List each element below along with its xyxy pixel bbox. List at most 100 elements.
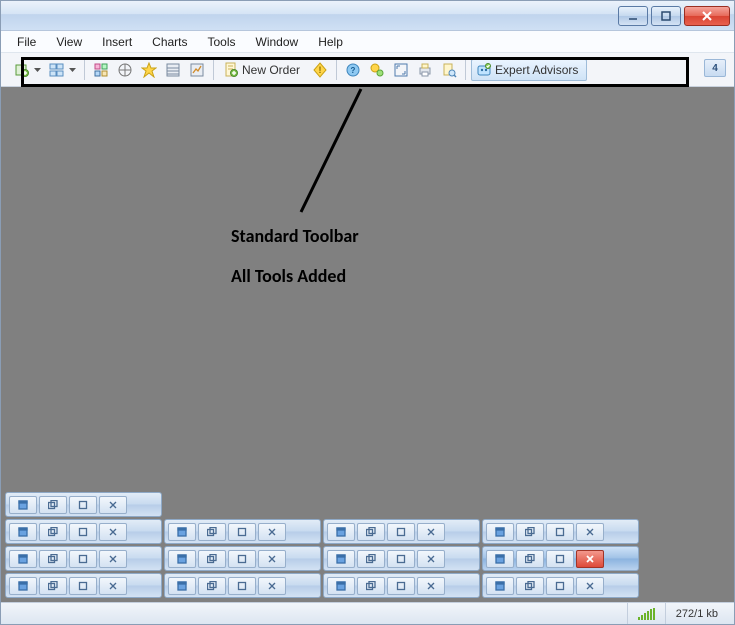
mdi-restore-icon[interactable] (486, 523, 514, 541)
mdi-restore-icon[interactable] (9, 550, 37, 568)
mdi-window-group[interactable] (5, 492, 162, 517)
menu-tools[interactable]: Tools (198, 33, 246, 51)
mdi-cascade-button[interactable] (39, 523, 67, 541)
mdi-close-button[interactable] (258, 523, 286, 541)
metaeditor-button[interactable]: ! (309, 59, 331, 81)
mdi-window-group[interactable] (164, 573, 321, 598)
mdi-window-group[interactable] (482, 546, 639, 571)
data-window-button[interactable] (138, 59, 160, 81)
mdi-cascade-button[interactable] (357, 550, 385, 568)
mdi-window-group[interactable] (482, 519, 639, 544)
profiles-button[interactable] (46, 59, 79, 81)
menu-window[interactable]: Window (246, 33, 309, 51)
new-chart-button[interactable] (11, 59, 44, 81)
navigator-button[interactable] (114, 59, 136, 81)
mdi-window-group[interactable] (164, 519, 321, 544)
mdi-cascade-button[interactable] (516, 550, 544, 568)
mdi-close-button[interactable] (417, 550, 445, 568)
new-order-button[interactable]: New Order (219, 59, 307, 81)
mdi-maximize-button[interactable] (69, 523, 97, 541)
mdi-maximize-button[interactable] (387, 577, 415, 595)
options-button[interactable] (366, 59, 388, 81)
mdi-close-button[interactable] (99, 577, 127, 595)
mdi-restore-icon[interactable] (168, 577, 196, 595)
mdi-maximize-button[interactable] (387, 523, 415, 541)
mdi-close-button[interactable] (258, 550, 286, 568)
mdi-restore-icon[interactable] (168, 550, 196, 568)
mdi-close-button[interactable] (417, 577, 445, 595)
mdi-window-group[interactable] (323, 546, 480, 571)
mdi-cascade-button[interactable] (516, 523, 544, 541)
svg-text:!: ! (319, 65, 322, 75)
mdi-window-group[interactable] (164, 546, 321, 571)
annotation-line1: Standard Toolbar (231, 217, 359, 257)
mdi-maximize-button[interactable] (228, 577, 256, 595)
mdi-maximize-button[interactable] (546, 550, 574, 568)
autotrading-button[interactable]: ? (342, 59, 364, 81)
mdi-close-button[interactable] (576, 550, 604, 568)
mdi-window-group[interactable] (323, 573, 480, 598)
mdi-window-group[interactable] (5, 519, 162, 544)
terminal-button[interactable] (162, 59, 184, 81)
mdi-close-button[interactable] (258, 577, 286, 595)
mdi-cascade-button[interactable] (357, 577, 385, 595)
market-watch-button[interactable] (90, 59, 112, 81)
mdi-close-button[interactable] (99, 496, 127, 514)
connection-status[interactable] (627, 603, 665, 624)
menu-view[interactable]: View (46, 33, 92, 51)
mdi-restore-icon[interactable] (9, 577, 37, 595)
mdi-close-button[interactable] (417, 523, 445, 541)
mdi-restore-icon[interactable] (486, 577, 514, 595)
mdi-close-button[interactable] (576, 577, 604, 595)
mdi-cascade-button[interactable] (357, 523, 385, 541)
mdi-cascade-button[interactable] (39, 496, 67, 514)
menu-insert[interactable]: Insert (92, 33, 142, 51)
new-order-label: New Order (242, 63, 300, 77)
mdi-cascade-button[interactable] (39, 550, 67, 568)
mdi-restore-icon[interactable] (327, 523, 355, 541)
mdi-window-group[interactable] (482, 573, 639, 598)
menu-help[interactable]: Help (308, 33, 353, 51)
full-screen-button[interactable] (390, 59, 412, 81)
mdi-close-button[interactable] (99, 523, 127, 541)
minimize-button[interactable] (618, 6, 648, 26)
chevron-down-icon (69, 63, 76, 77)
toolbar-separator (213, 60, 214, 80)
mdi-restore-icon[interactable] (327, 577, 355, 595)
menu-charts[interactable]: Charts (142, 33, 197, 51)
mdi-maximize-button[interactable] (69, 550, 97, 568)
mdi-maximize-button[interactable] (546, 577, 574, 595)
mdi-maximize-button[interactable] (228, 523, 256, 541)
maximize-button[interactable] (651, 6, 681, 26)
mdi-restore-icon[interactable] (486, 550, 514, 568)
mdi-cascade-button[interactable] (198, 550, 226, 568)
close-button[interactable] (684, 6, 730, 26)
print-preview-button[interactable] (438, 59, 460, 81)
notification-badge[interactable]: 4 (704, 59, 726, 77)
menu-file[interactable]: File (7, 33, 46, 51)
mdi-maximize-button[interactable] (228, 550, 256, 568)
mdi-restore-icon[interactable] (327, 550, 355, 568)
mdi-window-group[interactable] (323, 519, 480, 544)
mdi-maximize-button[interactable] (546, 523, 574, 541)
mdi-cascade-button[interactable] (198, 523, 226, 541)
mdi-window-group[interactable] (5, 546, 162, 571)
mdi-cascade-button[interactable] (516, 577, 544, 595)
mdi-cascade-button[interactable] (39, 577, 67, 595)
mdi-window-group[interactable] (5, 573, 162, 598)
traffic-status: 272/1 kb (665, 603, 728, 624)
annotation-text: Standard Toolbar All Tools Added (231, 217, 359, 296)
print-button[interactable] (414, 59, 436, 81)
mdi-cascade-button[interactable] (198, 577, 226, 595)
mdi-close-button[interactable] (99, 550, 127, 568)
mdi-restore-icon[interactable] (9, 496, 37, 514)
strategy-tester-button[interactable] (186, 59, 208, 81)
signal-bars-icon (638, 608, 655, 620)
mdi-maximize-button[interactable] (69, 496, 97, 514)
mdi-close-button[interactable] (576, 523, 604, 541)
mdi-maximize-button[interactable] (69, 577, 97, 595)
mdi-maximize-button[interactable] (387, 550, 415, 568)
expert-advisors-button[interactable]: Expert Advisors (471, 59, 587, 81)
mdi-restore-icon[interactable] (9, 523, 37, 541)
mdi-restore-icon[interactable] (168, 523, 196, 541)
